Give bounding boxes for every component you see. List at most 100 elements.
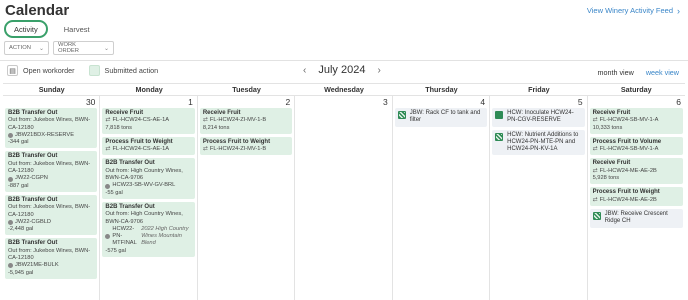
fruit-event[interactable]: Process Fruit to Weight ⇄ FL-HCW24-ZI-MV-1… (199, 136, 293, 156)
event-lot: JBW21BDX-RESERVE (15, 131, 74, 138)
job-title: HCW: Inoculate HCW24-PN-CGV-RESERVE (507, 110, 574, 124)
weekday-saturday: Saturday (620, 85, 652, 94)
job-event[interactable]: JBW: Rack CF to tank and filter (394, 108, 488, 127)
work-order-select[interactable]: WORK ORDER ⌄ (53, 41, 114, 55)
event-lot-row: ⇄ FL-HCW24-ZI-MV-1-B (203, 117, 289, 124)
transfer-arrow-icon: ⇄ (105, 146, 111, 153)
event-lot: FL-HCW24-ZI-MV-1-B (209, 117, 267, 124)
event-out-from: Out from: Jukebox Wines, BWN-CA-12180 (8, 247, 91, 262)
month-navigator: ‹ July 2024 › (303, 64, 381, 76)
weekday-sunday: Sunday (38, 85, 65, 94)
previous-month-arrow-icon[interactable]: ‹ (303, 65, 306, 76)
job-event[interactable]: JBW: Receive Crescent Ridge CH (589, 208, 683, 228)
day-cell[interactable]: 2 Receive Fruit ⇄ FL-HCW24-ZI-MV-1-B 8,214 t… (198, 96, 296, 300)
event-title: Process Fruit to Weight (592, 189, 660, 196)
fruit-event[interactable]: Receive Fruit ⇄ FL-HCW24-SB-MV-1-A 10,333 t… (589, 108, 683, 134)
day-cell[interactable]: 6 Receive Fruit ⇄ FL-HCW24-SB-MV-1-A 10,333 … (588, 96, 685, 300)
event-out-from: Out from: High Country Wines, BWN-CA-970… (105, 167, 183, 182)
legend-open-workorder: ▤ Open workorder (7, 65, 75, 76)
day-number: 5 (577, 97, 583, 107)
event-title: B2B Transfer Out (8, 240, 58, 247)
winery-activity-feed-link[interactable]: View Winery Activity Feed › (587, 6, 680, 15)
fruit-event[interactable]: Receive Fruit ⇄ FL-HCW24-ZI-MV-1-B 8,214 to… (199, 108, 293, 134)
event-lot-row: ⇄ FL-HCW24-SB-MV-1-A (593, 146, 680, 153)
transfer-arrow-icon: ⇄ (105, 117, 111, 124)
event-lot: JW22-CGBLD (15, 218, 52, 225)
page-title: Calendar (5, 2, 70, 19)
event-lot: HCW22-PN-MTFINAL (112, 225, 137, 247)
month-view-button[interactable]: month view (597, 68, 633, 77)
fruit-event[interactable]: Process Fruit to Weight ⇄ FL-HCW24-CS-AE-1… (102, 136, 195, 156)
event-lot: FL-HCW24-ME-AE-2B (599, 167, 657, 174)
fruit-event[interactable]: Process Fruit to Volume ⇄ FL-HCW24-SB-MV-1… (589, 136, 683, 156)
event-lot: JW22-CGPN (15, 175, 48, 182)
event-quantity: 5,928 tons (592, 175, 620, 182)
transfer-event[interactable]: B2B Transfer Out Out from: High Country W… (102, 201, 195, 258)
transfer-event[interactable]: B2B Transfer Out Out from: Jukebox Wines,… (5, 194, 98, 236)
action-select-label: ACTION (9, 45, 31, 51)
lot-dot-icon (8, 263, 13, 269)
day-cell[interactable]: 30 B2B Transfer Out Out from: Jukebox Wine… (3, 96, 101, 300)
legend-submitted-action: Submitted action (88, 65, 159, 76)
divider (0, 60, 688, 61)
week-row: 30 B2B Transfer Out Out from: Jukebox Wine… (3, 96, 685, 300)
legend-submitted-label: Submitted action (104, 66, 159, 75)
lot-dot-icon (8, 176, 13, 182)
event-title: B2B Transfer Out (8, 110, 58, 116)
clipboard-icon: ▤ (7, 65, 18, 76)
day-number: 1 (188, 97, 193, 107)
event-title: Receive Fruit (592, 160, 631, 167)
lot-dot-icon (105, 234, 111, 240)
transfer-event[interactable]: B2B Transfer Out Out from: High Country W… (102, 158, 195, 199)
event-lot-row: ⇄ FL-HCW24-ZI-MV-1-B (203, 146, 289, 153)
event-note: 2022 High Country Wines Mountain Blend (141, 225, 189, 247)
day-cell[interactable]: 1 Receive Fruit ⇄ FL-HCW24-CS-AE-1A 7,818 to… (100, 96, 198, 300)
lot-dot-icon (8, 220, 13, 225)
event-quantity: -5,945 gal (8, 269, 34, 276)
tab-activity[interactable]: Activity (4, 20, 48, 38)
fruit-event[interactable]: Receive Fruit ⇄ FL-HCW24-ME-AE-2B 5,928 ton… (589, 158, 683, 185)
job-event[interactable]: HCW: Inoculate HCW24-PN-CGV-RESERVE (492, 108, 585, 127)
transfer-event[interactable]: B2B Transfer Out Out from: Jukebox Wines,… (5, 151, 98, 192)
day-cell[interactable]: 5 HCW: Inoculate HCW24-PN-CGV-RESERVE HCW:… (490, 96, 588, 300)
day-cell[interactable]: 4 JBW: Rack CF to tank and filter (393, 96, 491, 300)
chevron-down-icon: ⌄ (103, 45, 109, 52)
fruit-event[interactable]: Process Fruit to Weight ⇄ FL-HCW24-ME-AE-2… (589, 187, 683, 206)
work-order-select-label: WORK ORDER (58, 42, 79, 54)
transfer-arrow-icon: ⇄ (592, 146, 598, 153)
event-title: B2B Transfer Out (105, 203, 155, 210)
weekday-wednesday: Wednesday (324, 85, 364, 94)
transfer-event[interactable]: B2B Transfer Out Out from: Jukebox Wines,… (5, 108, 98, 149)
winery-activity-feed-label: View Winery Activity Feed (586, 6, 673, 15)
event-title: B2B Transfer Out (8, 153, 58, 160)
job-icon (495, 111, 504, 119)
weekday-header: Sunday Monday Tuesday Wednesday Thursday… (3, 83, 685, 96)
next-month-arrow-icon[interactable]: › (377, 65, 380, 76)
event-title: Receive Fruit (592, 110, 631, 116)
event-lot-row: ⇄ FL-HCW24-CS-AE-1A (105, 117, 191, 124)
event-quantity: 7,818 tons (105, 124, 132, 131)
event-lot: FL-HCW24-SB-MV-1-A (599, 146, 659, 153)
weekday-monday: Monday (135, 85, 163, 94)
tab-bar: Activity Harvest (4, 20, 98, 38)
tab-harvest[interactable]: Harvest (56, 20, 98, 38)
job-event[interactable]: HCW: Nutrient Additions to HCW24-PN-MTE-… (492, 129, 585, 156)
event-lot: FL-HCW24-CS-AE-1A (112, 146, 170, 153)
weekday-thursday: Thursday (425, 85, 458, 94)
transfer-event[interactable]: B2B Transfer Out Out from: Jukebox Wines,… (5, 238, 98, 279)
event-lot-row: HCW22-PN-MTFINAL 2022 High Country Wines… (105, 226, 191, 248)
event-title: Receive Fruit (105, 110, 144, 116)
event-lot-row: ⇄ FL-HCW24-CS-AE-1A (105, 146, 191, 153)
day-cell[interactable]: 3 (295, 96, 393, 300)
weekday-tuesday: Tuesday (232, 85, 261, 94)
day-number: 3 (382, 97, 388, 107)
event-lot-row: JW22-CGBLD (8, 219, 94, 226)
transfer-arrow-icon: ⇄ (592, 117, 598, 124)
fruit-event[interactable]: Receive Fruit ⇄ FL-HCW24-CS-AE-1A 7,818 ton… (102, 108, 195, 134)
event-lot-row: JBW21BDX-RESERVE (8, 132, 94, 139)
event-title: Process Fruit to Weight (105, 138, 173, 145)
filter-bar: ACTION ⌄ WORK ORDER ⌄ (4, 41, 114, 55)
day-number: 2 (285, 97, 291, 107)
action-select[interactable]: ACTION ⌄ (4, 41, 49, 55)
week-view-button[interactable]: week view (646, 68, 679, 77)
